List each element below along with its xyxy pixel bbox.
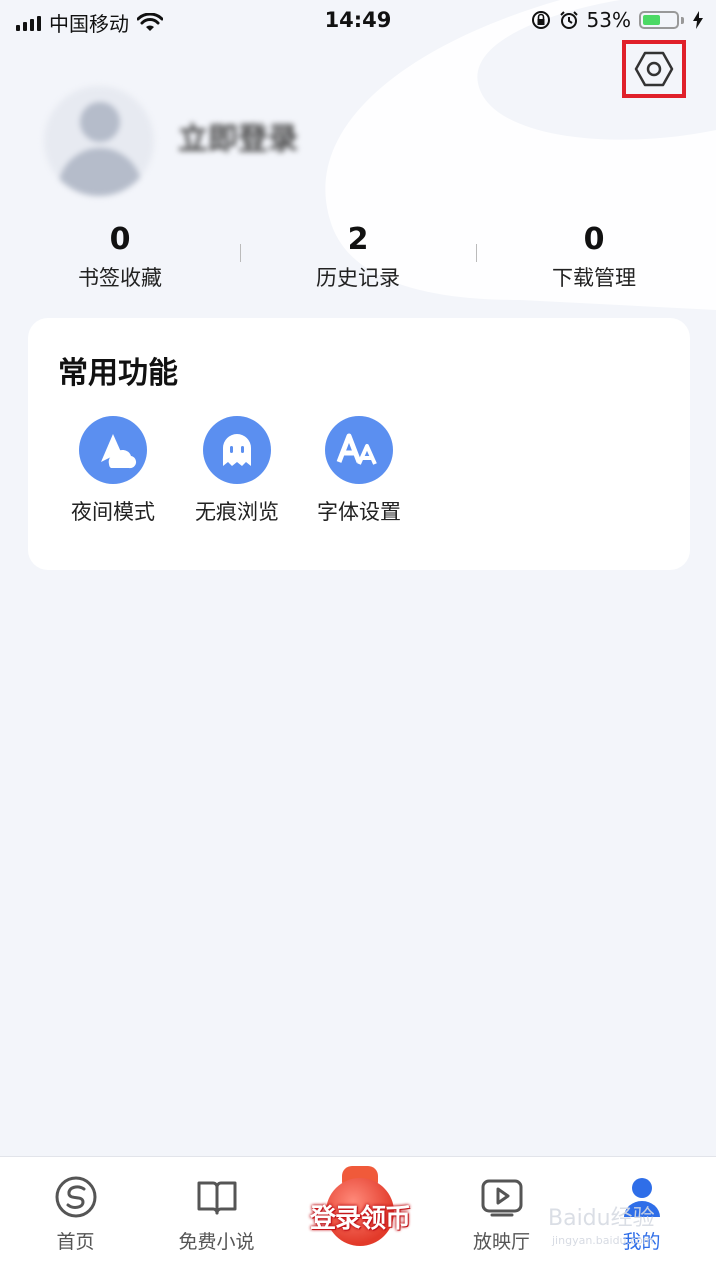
battery-icon [639, 11, 679, 29]
rotation-lock-icon [531, 11, 550, 29]
home-s-icon [54, 1175, 98, 1219]
tab-label: 首页 [56, 1231, 95, 1253]
func-font-settings[interactable]: 字体设置 [298, 416, 420, 526]
alarm-icon [559, 11, 578, 29]
charging-bolt-icon [693, 11, 703, 29]
settings-button[interactable] [622, 40, 686, 98]
watermark: Baidu经验 [548, 1206, 655, 1231]
tab-home[interactable]: 首页 [4, 1157, 147, 1269]
func-label: 夜间模式 [71, 500, 155, 524]
settings-hexagon-icon [634, 51, 674, 87]
func-label: 字体设置 [317, 500, 401, 524]
stat-downloads[interactable]: 0 下载管理 [494, 220, 694, 292]
stat-divider [240, 244, 241, 262]
night-mode-icon [79, 416, 147, 484]
stat-divider [476, 244, 477, 262]
func-night-mode[interactable]: 夜间模式 [52, 416, 174, 526]
ghost-icon [203, 416, 271, 484]
status-bar: 中国移动 14:49 53% [0, 0, 716, 44]
func-incognito[interactable]: 无痕浏览 [176, 416, 298, 526]
status-right: 53% [531, 8, 704, 32]
stat-bookmarks[interactable]: 0 书签收藏 [20, 220, 220, 292]
stat-label: 下载管理 [552, 266, 636, 290]
stats-row: 0 书签收藏 2 历史记录 0 下载管理 [0, 220, 716, 300]
stat-label: 书签收藏 [78, 266, 162, 290]
tv-play-icon [480, 1175, 524, 1219]
font-icon [325, 416, 393, 484]
promo-label: 登录领币 [309, 1204, 411, 1234]
login-link[interactable]: 立即登录 [178, 114, 298, 158]
stat-label: 历史记录 [316, 266, 400, 290]
stat-value: 0 [109, 222, 131, 257]
stat-value: 2 [347, 222, 369, 257]
stat-value: 0 [583, 222, 605, 257]
avatar[interactable] [44, 86, 154, 196]
battery-percent: 53% [586, 8, 631, 32]
card-title: 常用功能 [58, 356, 178, 391]
book-icon [195, 1175, 239, 1219]
tab-label: 免费小说 [178, 1231, 255, 1253]
stat-history[interactable]: 2 历史记录 [258, 220, 458, 292]
watermark-url: jingyan.baidu.com [552, 1234, 654, 1247]
battery-tip [681, 16, 684, 24]
promo-login-coins-button[interactable]: 登录领币 [298, 1160, 422, 1260]
common-functions-card: 常用功能 夜间模式 无痕浏览 字体设置 [28, 318, 690, 570]
tab-free-novels[interactable]: 免费小说 [145, 1157, 288, 1269]
func-label: 无痕浏览 [195, 500, 279, 524]
